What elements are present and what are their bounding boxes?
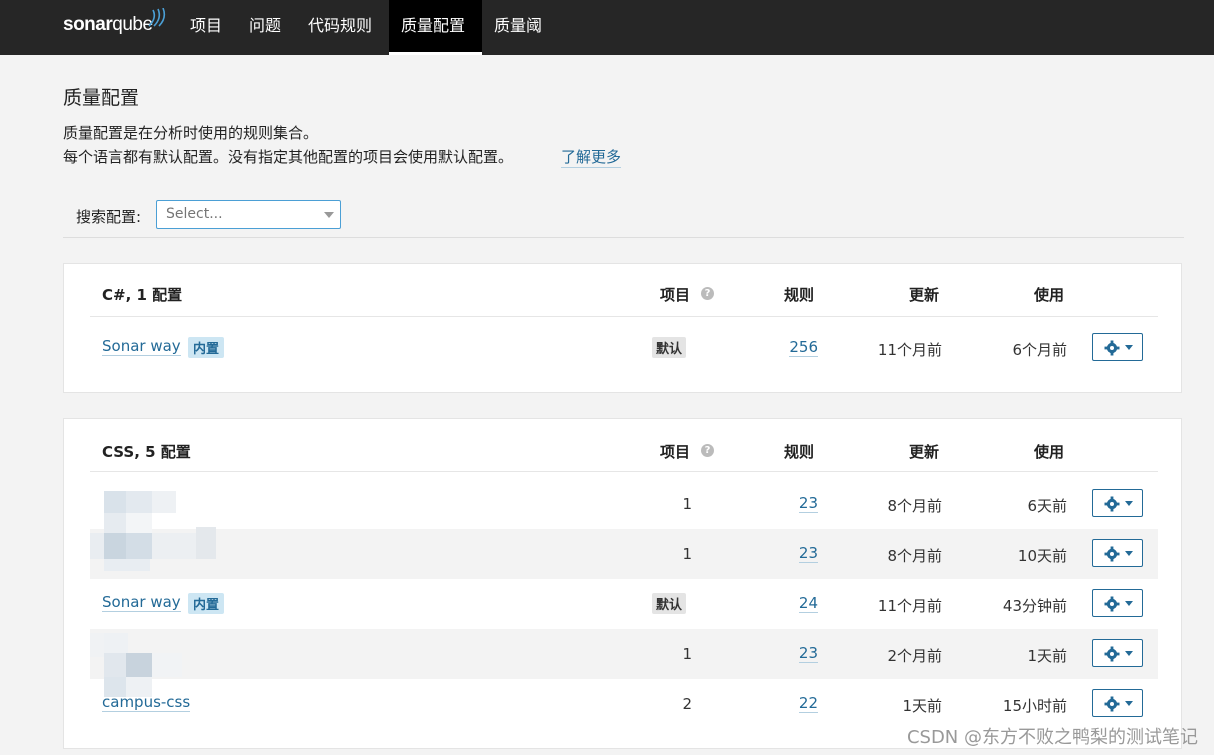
nav-quality-gates[interactable]: 质量阈 (482, 0, 554, 55)
nav-coding-rules[interactable]: 代码规则 (296, 0, 384, 55)
default-badge: 默认 (652, 593, 687, 614)
chevron-down-icon (1125, 551, 1133, 556)
rules-count-link[interactable]: 23 (798, 645, 818, 663)
used-time: 6天前 (1027, 497, 1067, 515)
rules-count-link[interactable]: 24 (798, 595, 818, 613)
top-navigation-bar: sonarqube 项目 问题 代码规则 质量配置 质量阈 (0, 0, 1214, 55)
column-used: 使用 (1034, 443, 1065, 461)
updated-time: 8个月前 (887, 547, 942, 565)
updated-time: 11个月前 (877, 341, 942, 359)
profile-group-csharp: C#, 1 配置 项目 ? 规则 更新 使用 Sonar way 内置 默认 2… (63, 263, 1182, 393)
header-divider (90, 471, 1158, 472)
gear-icon (1104, 596, 1120, 612)
default-badge: 默认 (652, 337, 687, 358)
logo-bold: sonar (63, 14, 113, 35)
group-header: C#, 1 配置 项目 ? 规则 更新 使用 (64, 264, 1181, 316)
column-projects: 项目 (660, 286, 691, 304)
profile-row: 1 23 2个月前 1天前 (90, 629, 1158, 679)
used-time: 15小时前 (1002, 697, 1067, 715)
projects-count: 1 (682, 545, 692, 563)
chevron-down-icon (1125, 701, 1133, 706)
column-updated: 更新 (909, 286, 940, 304)
page-title: 质量配置 (63, 87, 140, 109)
sonarqube-logo[interactable]: sonarqube (63, 8, 166, 36)
gear-icon (1104, 696, 1120, 712)
chevron-down-icon[interactable] (324, 212, 334, 218)
used-time: 43分钟前 (1002, 597, 1067, 615)
rules-count-link[interactable]: 23 (798, 545, 818, 563)
gear-icon (1104, 496, 1120, 512)
builtin-badge: 内置 (188, 593, 225, 614)
projects-count: 2 (682, 695, 692, 713)
projects-count: 1 (682, 645, 692, 663)
profile-row: 1 23 8个月前 6天前 (90, 479, 1158, 529)
profile-group-css: CSS, 5 配置 项目 ? 规则 更新 使用 1 23 8个月前 6天前 1 … (63, 418, 1182, 749)
updated-time: 8个月前 (887, 497, 942, 515)
column-projects: 项目 (660, 443, 691, 461)
nav-issues[interactable]: 问题 (237, 0, 293, 55)
profile-actions-button[interactable] (1092, 539, 1143, 567)
builtin-badge: 内置 (188, 337, 225, 358)
rules-count-link[interactable]: 23 (798, 495, 818, 513)
used-time: 10天前 (1017, 547, 1067, 565)
chevron-down-icon (1125, 601, 1133, 606)
page-description: 质量配置是在分析时使用的规则集合。 (63, 124, 319, 142)
group-title: CSS, 5 配置 (102, 443, 191, 461)
help-icon[interactable]: ? (701, 287, 714, 300)
used-time: 6个月前 (1012, 341, 1067, 359)
column-rules: 规则 (784, 443, 815, 461)
column-used: 使用 (1034, 286, 1065, 304)
group-title: C#, 1 配置 (102, 286, 183, 304)
profile-name-link[interactable]: Sonar way (102, 594, 181, 612)
search-profile-select[interactable] (156, 200, 341, 229)
profile-actions-button[interactable] (1092, 639, 1143, 667)
chevron-down-icon (1125, 345, 1133, 350)
chevron-down-icon (1125, 651, 1133, 656)
profile-actions-button[interactable] (1092, 689, 1143, 717)
gear-icon (1104, 546, 1120, 562)
nav-quality-profiles[interactable]: 质量配置 (389, 0, 482, 55)
profile-name-link[interactable]: Sonar way (102, 338, 181, 356)
divider (63, 237, 1184, 238)
profile-row: Sonar way 内置 默认 256 11个月前 6个月前 (90, 323, 1158, 373)
page-description-default: 每个语言都有默认配置。没有指定其他配置的项目会使用默认配置。 (63, 148, 514, 166)
updated-time: 2个月前 (887, 647, 942, 665)
column-updated: 更新 (909, 443, 940, 461)
chevron-down-icon (1125, 501, 1133, 506)
gear-icon (1104, 646, 1120, 662)
column-rules: 规则 (784, 286, 815, 304)
search-input[interactable] (166, 206, 316, 222)
profile-row: 1 23 8个月前 10天前 (90, 529, 1158, 579)
help-icon[interactable]: ? (701, 444, 714, 457)
watermark: CSDN @东方不败之鸭梨的测试笔记 (906, 727, 1198, 748)
rules-count-link[interactable]: 256 (789, 339, 818, 357)
profile-actions-button[interactable] (1092, 333, 1143, 361)
rules-count-link[interactable]: 22 (798, 695, 818, 713)
search-label: 搜索配置: (76, 208, 142, 226)
updated-time: 11个月前 (877, 597, 942, 615)
nav-projects[interactable]: 项目 (178, 0, 234, 55)
group-header: CSS, 5 配置 项目 ? 规则 更新 使用 (64, 419, 1181, 471)
sonar-waves-icon (148, 8, 166, 27)
projects-count: 1 (682, 495, 692, 513)
learn-more-link[interactable]: 了解更多 (561, 146, 622, 168)
gear-icon (1104, 340, 1120, 356)
profile-row: Sonar way 内置 默认 24 11个月前 43分钟前 (90, 579, 1158, 629)
header-divider (90, 316, 1158, 317)
updated-time: 1天前 (902, 697, 942, 715)
profile-row: campus-css 2 22 1天前 15小时前 (90, 679, 1158, 729)
profile-actions-button[interactable] (1092, 589, 1143, 617)
used-time: 1天前 (1027, 647, 1067, 665)
profile-actions-button[interactable] (1092, 489, 1143, 517)
